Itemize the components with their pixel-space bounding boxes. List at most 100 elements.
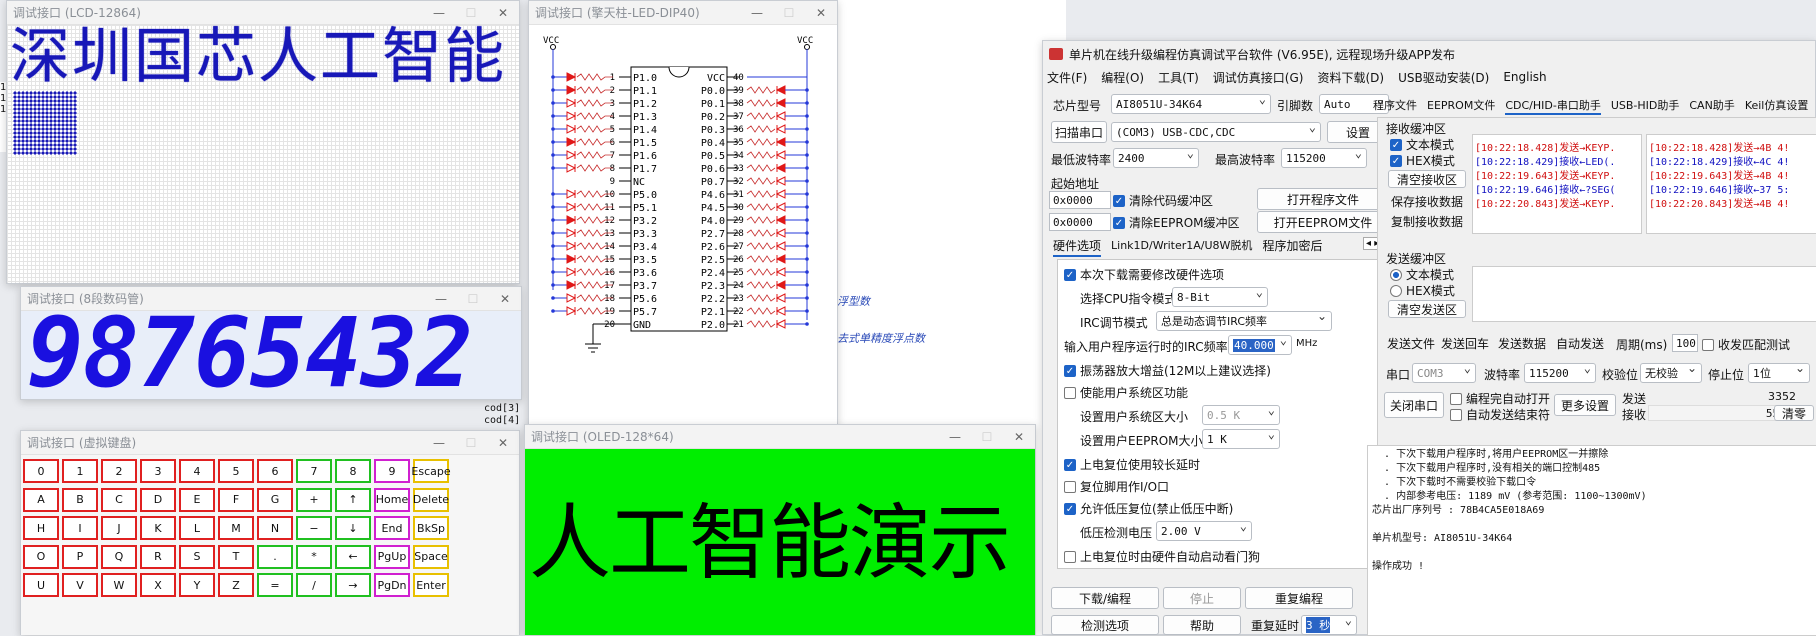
menu-item-1[interactable]: 编程(O): [1101, 69, 1144, 86]
key-2-9[interactable]: End: [374, 516, 410, 540]
key-3-10[interactable]: Space: [413, 544, 449, 569]
key-2-7[interactable]: −: [296, 516, 332, 540]
max-baud-select[interactable]: 115200: [1281, 146, 1367, 168]
period-input[interactable]: 100: [1672, 334, 1698, 352]
maximize-icon[interactable]: ☐: [455, 431, 487, 455]
baud-select[interactable]: 115200: [1524, 361, 1596, 383]
more-settings-button[interactable]: 更多设置: [1554, 394, 1616, 416]
key-2-8[interactable]: ↓: [335, 516, 371, 540]
clear-send-button[interactable]: 清空发送区: [1388, 300, 1466, 318]
key-1-6[interactable]: G: [257, 487, 293, 512]
key-3-6[interactable]: .: [257, 544, 293, 569]
key-3-4[interactable]: S: [179, 544, 215, 569]
maximize-icon[interactable]: ☐: [773, 1, 805, 25]
recv-hex-mode-checkbox[interactable]: ✓ HEX模式: [1390, 152, 1455, 169]
check-options-button[interactable]: 检测选项: [1051, 615, 1159, 635]
key-3-3[interactable]: R: [140, 544, 176, 569]
key-4-2[interactable]: W: [101, 573, 137, 597]
key-4-1[interactable]: V: [62, 573, 98, 597]
wdt-checkbox[interactable]: 上电复位时由硬件自动启动看门狗: [1064, 548, 1260, 565]
irc-mode-select[interactable]: 总是动态调节IRC频率: [1156, 309, 1332, 331]
key-2-4[interactable]: L: [179, 516, 215, 540]
maximize-icon[interactable]: ☐: [457, 287, 489, 311]
delay-select[interactable]: 3 秒: [1301, 613, 1357, 635]
recv-text-mode-checkbox[interactable]: ✓ 文本模式: [1390, 136, 1454, 153]
key-0-5[interactable]: 5: [218, 459, 254, 483]
key-1-3[interactable]: D: [140, 487, 176, 512]
copy-recv-button[interactable]: 复制接收数据: [1388, 212, 1466, 230]
send-text-area[interactable]: [1472, 266, 1816, 322]
eeprom-addr-input[interactable]: 0x0000: [1049, 213, 1111, 231]
key-0-9[interactable]: 9: [374, 459, 410, 483]
match-test-checkbox[interactable]: 收发匹配测试: [1702, 336, 1790, 353]
key-3-8[interactable]: ←: [335, 544, 371, 569]
key-3-2[interactable]: Q: [101, 544, 137, 569]
key-2-3[interactable]: K: [140, 516, 176, 540]
send-data-button[interactable]: 发送数据: [1494, 334, 1550, 352]
scan-port-button[interactable]: 扫描串口: [1051, 121, 1107, 143]
stop-button[interactable]: 停止: [1163, 587, 1241, 609]
minimize-icon[interactable]: —: [939, 425, 971, 449]
key-4-3[interactable]: X: [140, 573, 176, 597]
key-0-3[interactable]: 3: [140, 459, 176, 483]
key-4-4[interactable]: Y: [179, 573, 215, 597]
auto-open-checkbox[interactable]: 编程完自动打开: [1450, 390, 1550, 407]
close-port-button[interactable]: 关闭串口: [1384, 392, 1444, 418]
min-baud-select[interactable]: 2400: [1113, 146, 1199, 168]
tab-hw-options[interactable]: 硬件选项: [1053, 237, 1102, 257]
save-recv-button[interactable]: 保存接收数据: [1388, 192, 1466, 210]
key-2-10[interactable]: BkSp: [413, 516, 449, 540]
key-1-2[interactable]: C: [101, 487, 137, 512]
key-0-8[interactable]: 8: [335, 459, 371, 483]
key-1-4[interactable]: E: [179, 487, 215, 512]
cpu-mode-select[interactable]: 8-Bit: [1172, 285, 1268, 307]
key-1-5[interactable]: F: [218, 487, 254, 512]
key-3-1[interactable]: P: [62, 544, 98, 569]
key-2-5[interactable]: M: [218, 516, 254, 540]
lvd-select[interactable]: 2.00 V: [1156, 519, 1252, 541]
com-port-select[interactable]: COM3: [1412, 361, 1476, 383]
close-icon[interactable]: ✕: [1003, 425, 1035, 449]
close-icon[interactable]: ✕: [487, 431, 519, 455]
key-0-6[interactable]: 6: [257, 459, 293, 483]
key-3-0[interactable]: O: [23, 544, 59, 569]
key-0-1[interactable]: 1: [62, 459, 98, 483]
start-addr-input[interactable]: 0x0000: [1049, 191, 1111, 209]
isp-titlebar[interactable]: 单片机在线升级编程仿真调试平台软件 (V6.95E), 远程现场升级APP发布: [1043, 41, 1815, 67]
port-select[interactable]: (COM3) USB-CDC,CDC: [1111, 120, 1321, 142]
clear-recv-button[interactable]: 清空接收区: [1388, 170, 1466, 188]
right-tab-4[interactable]: CAN助手: [1689, 97, 1734, 115]
menu-item-5[interactable]: USB驱动安装(D): [1398, 69, 1489, 86]
chip-select[interactable]: AI8051U-34K64: [1111, 92, 1271, 114]
help-button[interactable]: 帮助: [1163, 615, 1241, 635]
key-0-10[interactable]: Escape: [411, 459, 451, 483]
key-4-0[interactable]: U: [23, 573, 59, 597]
led-titlebar[interactable]: 调试接口 (擎天柱-LED-DIP40) — ☐ ✕: [529, 1, 837, 25]
key-0-0[interactable]: 0: [23, 459, 59, 483]
key-3-7[interactable]: *: [296, 544, 332, 569]
minimize-icon[interactable]: —: [741, 1, 773, 25]
menu-item-3[interactable]: 调试仿真接口(G): [1213, 69, 1304, 86]
reprogram-button[interactable]: 重复编程: [1245, 587, 1353, 609]
sysarea-size-select[interactable]: 0.5 K: [1202, 403, 1280, 425]
key-4-9[interactable]: PgDn: [374, 573, 410, 597]
minimize-icon[interactable]: —: [423, 431, 455, 455]
clear-eeprom-checkbox[interactable]: ✓ 清除EEPROM缓冲区: [1113, 214, 1240, 231]
key-1-10[interactable]: Delete: [413, 487, 449, 512]
seg-titlebar[interactable]: 调试接口 (8段数码管) — ☐ ✕: [21, 287, 521, 311]
clear-code-checkbox[interactable]: ✓ 清除代码缓冲区: [1113, 192, 1213, 209]
open-program-button[interactable]: 打开程序文件: [1257, 188, 1389, 210]
key-2-2[interactable]: J: [101, 516, 137, 540]
right-tab-0[interactable]: 程序文件: [1373, 97, 1417, 115]
key-3-5[interactable]: T: [218, 544, 254, 569]
parity-select[interactable]: 无校验: [1640, 361, 1702, 383]
eeprom-size-select[interactable]: 1 K: [1202, 427, 1280, 449]
close-icon[interactable]: ✕: [805, 1, 837, 25]
right-tab-2[interactable]: CDC/HID-串口助手: [1505, 97, 1601, 115]
key-0-7[interactable]: 7: [296, 459, 332, 483]
send-hex-radio[interactable]: HEX模式: [1390, 282, 1455, 299]
key-1-8[interactable]: ↑: [335, 487, 371, 512]
close-icon[interactable]: ✕: [489, 287, 521, 311]
menu-item-6[interactable]: English: [1503, 70, 1546, 84]
lvr-checkbox[interactable]: ✓ 允许低压复位(禁止低压中断): [1064, 500, 1233, 517]
